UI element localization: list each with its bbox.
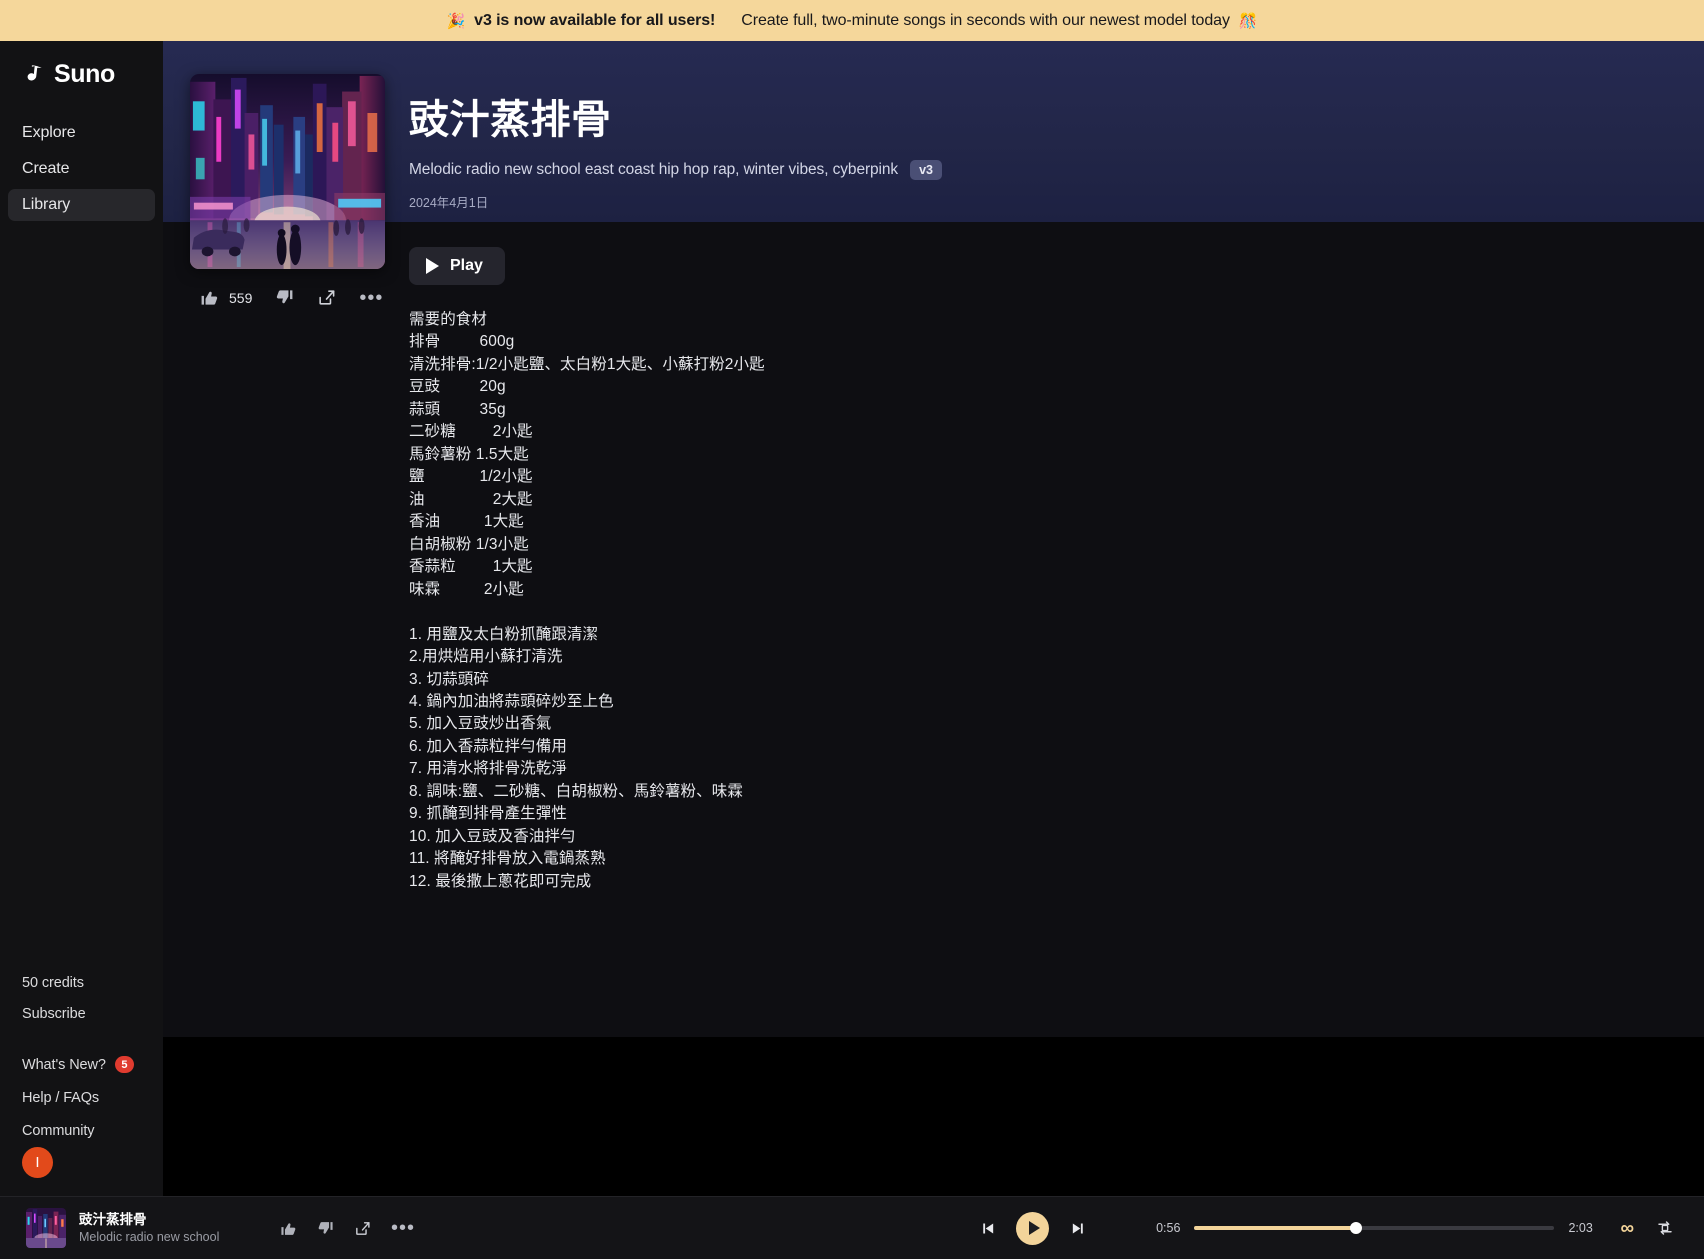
repeat-icon[interactable] — [1656, 1219, 1674, 1237]
now-playing-title: 豉汁蒸排骨 — [79, 1212, 147, 1228]
player-transport-wrap: 0:56 2:03 ∞ — [973, 1211, 1704, 1245]
now-playing-info[interactable]: 豉汁蒸排骨 Melodic radio new school — [26, 1208, 256, 1248]
sidebar-footer: 50 credits Subscribe What's New? 5 Help … — [0, 975, 163, 1196]
seek-bar-handle[interactable] — [1350, 1222, 1363, 1234]
sidebar-item-explore[interactable]: Explore — [8, 117, 155, 149]
whats-new-badge: 5 — [114, 1056, 134, 1073]
whats-new-link[interactable]: What's New? — [22, 1057, 106, 1073]
song-cover-art[interactable] — [190, 74, 385, 269]
like-count: 559 — [229, 289, 253, 306]
song-hero-banner: 豉汁蒸排骨 Melodic radio new school east coas… — [163, 41, 1704, 222]
thumbs-up-icon — [201, 291, 218, 305]
credits-label: 50 credits — [22, 975, 84, 991]
now-playing-thumbnail — [26, 1208, 66, 1248]
subscribe-link[interactable]: Subscribe — [22, 1006, 163, 1022]
song-action-row: 559 ••• — [200, 286, 384, 309]
more-options-button[interactable]: ••• — [359, 286, 384, 309]
user-avatar[interactable]: I — [22, 1147, 53, 1178]
model-version-badge: v3 — [910, 160, 942, 180]
player-play-triangle-icon — [1028, 1221, 1040, 1235]
player-thumbs-down-icon[interactable] — [317, 1220, 334, 1237]
suno-logo[interactable]: Suno — [22, 60, 163, 89]
share-button[interactable] — [317, 288, 336, 307]
dislike-button[interactable] — [275, 288, 294, 307]
next-track-button[interactable] — [1064, 1214, 1092, 1242]
promo-subtext-group: Create full, two-minute songs in seconds… — [741, 12, 1257, 30]
previous-track-button[interactable] — [973, 1214, 1001, 1242]
song-style-tags: Melodic radio new school east coast hip … — [409, 161, 899, 178]
app-root: 🎉 v3 is now available for all users! Cre… — [0, 0, 1704, 1259]
song-hero-text: 豉汁蒸排骨 Melodic radio new school east coas… — [409, 97, 942, 211]
main-content: 豉汁蒸排骨 Melodic radio new school east coas… — [163, 41, 1704, 1196]
current-time: 0:56 — [1156, 1221, 1181, 1235]
now-playing-subtitle: Melodic radio new school — [79, 1229, 220, 1244]
play-triangle-icon — [426, 258, 439, 274]
player-track-actions: ••• — [280, 1218, 415, 1238]
party-popper-icon-right: 🎊 — [1238, 12, 1258, 30]
content-bottom-filler — [163, 1037, 1704, 1196]
infinity-icon[interactable]: ∞ — [1620, 1219, 1634, 1238]
party-popper-icon: 🎉 — [446, 12, 466, 30]
player-share-icon[interactable] — [354, 1220, 371, 1237]
song-lyrics: 需要的食材 排骨 600g 清洗排骨:1/2小匙鹽、太白粉1大匙、小蘇打粉2小匙… — [409, 311, 765, 890]
song-tag-row: Melodic radio new school east coast hip … — [409, 160, 942, 180]
like-button[interactable]: 559 — [200, 288, 252, 307]
sidebar: Suno Explore Create Library 50 credits S… — [0, 41, 163, 1196]
now-playing-meta: 豉汁蒸排骨 Melodic radio new school — [79, 1211, 219, 1245]
page-title: 豉汁蒸排骨 — [409, 98, 612, 142]
play-button-label: Play — [450, 257, 483, 274]
suno-logo-text: Suno — [54, 60, 115, 88]
cover-art-image — [190, 74, 385, 269]
suno-note-icon — [27, 65, 42, 81]
total-time: 2:03 — [1568, 1221, 1593, 1235]
whats-new-row[interactable]: What's New? 5 — [22, 1056, 163, 1073]
promo-headline-group: 🎉 v3 is now available for all users! — [447, 12, 716, 30]
player-right-icons: ∞ — [1620, 1219, 1674, 1238]
sidebar-item-library[interactable]: Library — [8, 189, 155, 221]
sidebar-nav: Explore Create Library — [0, 117, 163, 221]
thumbs-down-icon — [277, 290, 293, 304]
now-playing-cover-image — [26, 1208, 66, 1248]
player-thumbs-up-icon[interactable] — [280, 1220, 297, 1237]
sidebar-item-create[interactable]: Create — [8, 153, 155, 185]
community-link[interactable]: Community — [22, 1123, 163, 1139]
promo-subtext: Create full, two-minute songs in seconds… — [741, 11, 1230, 29]
player-transport — [973, 1211, 1092, 1245]
skip-next-icon — [1072, 1223, 1083, 1233]
seek-bar[interactable] — [1194, 1222, 1555, 1234]
seek-bar-fill — [1194, 1226, 1357, 1230]
promo-banner[interactable]: 🎉 v3 is now available for all users! Cre… — [0, 0, 1704, 41]
player-play-button[interactable] — [1016, 1211, 1050, 1245]
promo-headline: v3 is now available for all users! — [474, 11, 716, 29]
player-bar: 豉汁蒸排骨 Melodic radio new school ••• 0:56 … — [0, 1196, 1704, 1259]
play-button[interactable]: Play — [409, 247, 505, 285]
player-more-options-icon[interactable]: ••• — [391, 1218, 415, 1238]
ellipsis-icon: ••• — [359, 286, 384, 309]
song-date: 2024年4月1日 — [409, 196, 489, 210]
help-faqs-link[interactable]: Help / FAQs — [22, 1090, 163, 1106]
share-icon — [319, 290, 335, 305]
skip-previous-icon — [983, 1223, 994, 1233]
